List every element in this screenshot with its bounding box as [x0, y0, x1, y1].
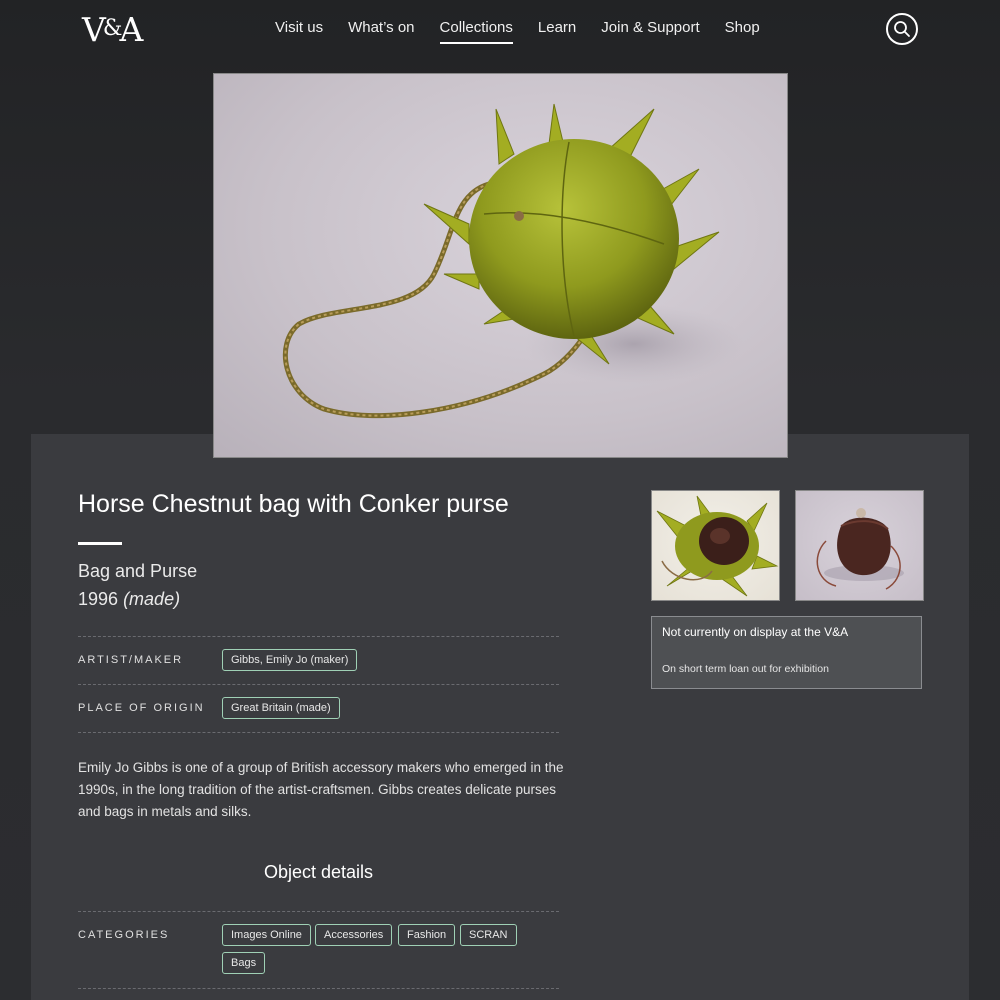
site-header: V&A Visit us What’s on Collections Learn… — [0, 0, 1000, 58]
va-logo[interactable]: V&A — [82, 10, 143, 49]
nav-visit-us[interactable]: Visit us — [275, 19, 323, 44]
origin-tag[interactable]: Great Britain (made) — [222, 697, 340, 719]
object-type: Bag and Purse — [78, 561, 198, 581]
category-tag[interactable]: Accessories — [315, 924, 393, 946]
divider — [78, 988, 559, 989]
object-year-note: (made) — [123, 589, 181, 609]
origin-label: PLACE OF ORIGIN — [78, 702, 205, 714]
search-icon[interactable] — [886, 13, 918, 45]
divider — [78, 684, 559, 685]
display-status-title: Not currently on display at the V&A — [662, 625, 849, 639]
main-nav: Visit us What’s on Collections Learn Joi… — [275, 19, 785, 44]
nav-learn[interactable]: Learn — [538, 19, 576, 44]
divider — [78, 911, 559, 912]
artist-tag[interactable]: Gibbs, Emily Jo (maker) — [222, 649, 358, 671]
divider — [78, 636, 559, 637]
category-tag[interactable]: Bags — [222, 952, 266, 974]
category-tag[interactable]: Images Online — [222, 924, 311, 946]
category-tag[interactable]: Fashion — [398, 924, 456, 946]
object-year: 1996 — [78, 589, 119, 609]
display-status-box: Not currently on display at the V&A On s… — [651, 616, 922, 689]
object-details-heading: Object details — [263, 862, 374, 882]
display-status-subtitle: On short term loan out for exhibition — [662, 663, 829, 675]
thumbnail-image-1[interactable] — [651, 490, 780, 601]
page-title: Horse Chestnut bag with Conker purse — [78, 490, 509, 518]
object-date: 1996 (made) — [78, 589, 180, 610]
nav-shop[interactable]: Shop — [725, 19, 760, 44]
object-description: Emily Jo Gibbs is one of a group of Brit… — [78, 760, 564, 819]
divider — [78, 732, 559, 733]
title-underline — [78, 542, 122, 545]
nav-join-support[interactable]: Join & Support — [601, 19, 699, 44]
nav-whats-on[interactable]: What’s on — [348, 19, 414, 44]
categories-label: CATEGORIES — [78, 929, 170, 941]
object-main-image[interactable] — [213, 73, 788, 458]
thumbnail-image-2[interactable] — [795, 490, 924, 601]
artist-label: ARTIST/MAKER — [78, 654, 184, 666]
nav-collections[interactable]: Collections — [439, 19, 513, 44]
category-tag[interactable]: SCRAN — [460, 924, 517, 946]
